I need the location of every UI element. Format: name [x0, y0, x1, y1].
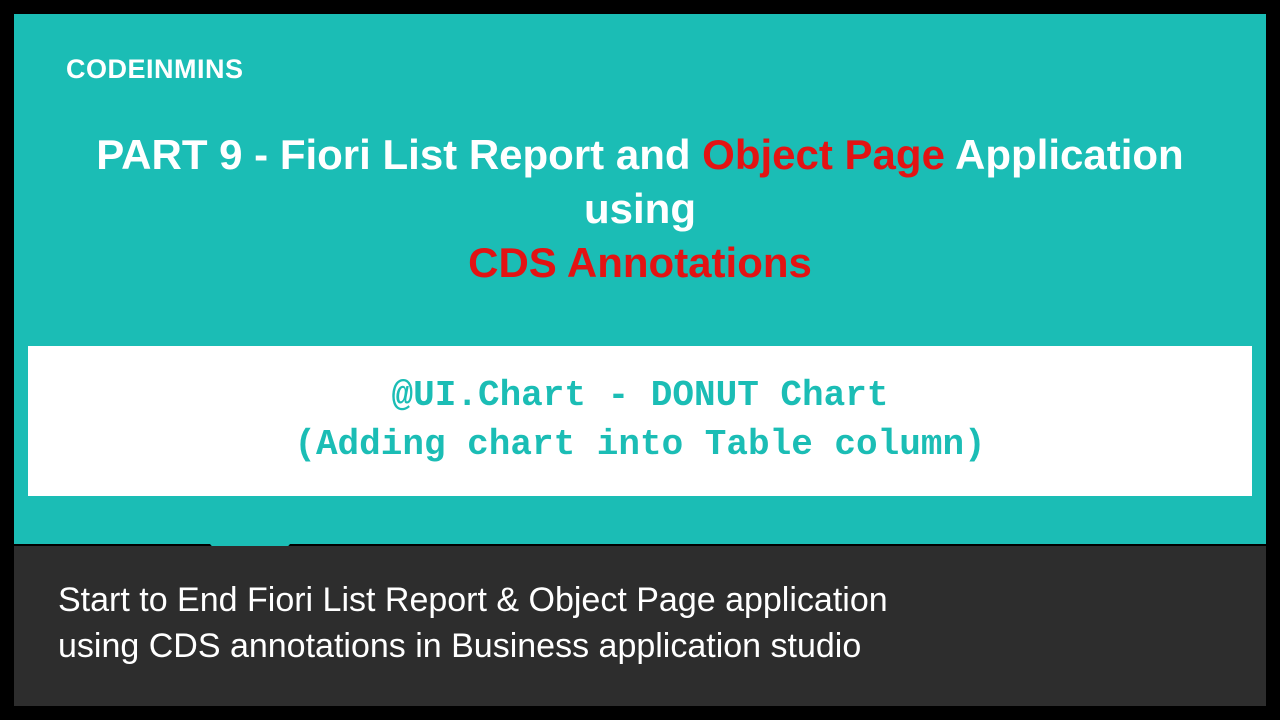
slide: CODEINMINS PART 9 - Fiori List Report an…: [0, 0, 1280, 720]
title-line-1: PART 9 - Fiori List Report and Object Pa…: [28, 128, 1252, 182]
title-line-3: CDS Annotations: [28, 236, 1252, 290]
brand-label: CODEINMINS: [66, 54, 244, 85]
title-highlight-2: CDS Annotations: [468, 239, 812, 286]
subtitle-panel: @UI.Chart - DONUT Chart (Adding chart in…: [28, 346, 1252, 496]
hero-panel: CODEINMINS PART 9 - Fiori List Report an…: [14, 14, 1266, 544]
title-highlight-1: Object Page: [702, 131, 945, 178]
title-area: PART 9 - Fiori List Report and Object Pa…: [28, 128, 1252, 289]
title-line-2: using: [28, 182, 1252, 236]
subtitle-line-1: @UI.Chart - DONUT Chart: [392, 372, 889, 421]
title-part-a: PART 9 - Fiori List Report and: [96, 131, 702, 178]
title-part-b: Application: [945, 131, 1184, 178]
footer-panel: Start to End Fiori List Report & Object …: [14, 546, 1266, 706]
subtitle-line-2: (Adding chart into Table column): [294, 421, 985, 470]
footer-line-2: using CDS annotations in Business applic…: [58, 624, 1222, 670]
footer-line-1: Start to End Fiori List Report & Object …: [58, 578, 1222, 624]
